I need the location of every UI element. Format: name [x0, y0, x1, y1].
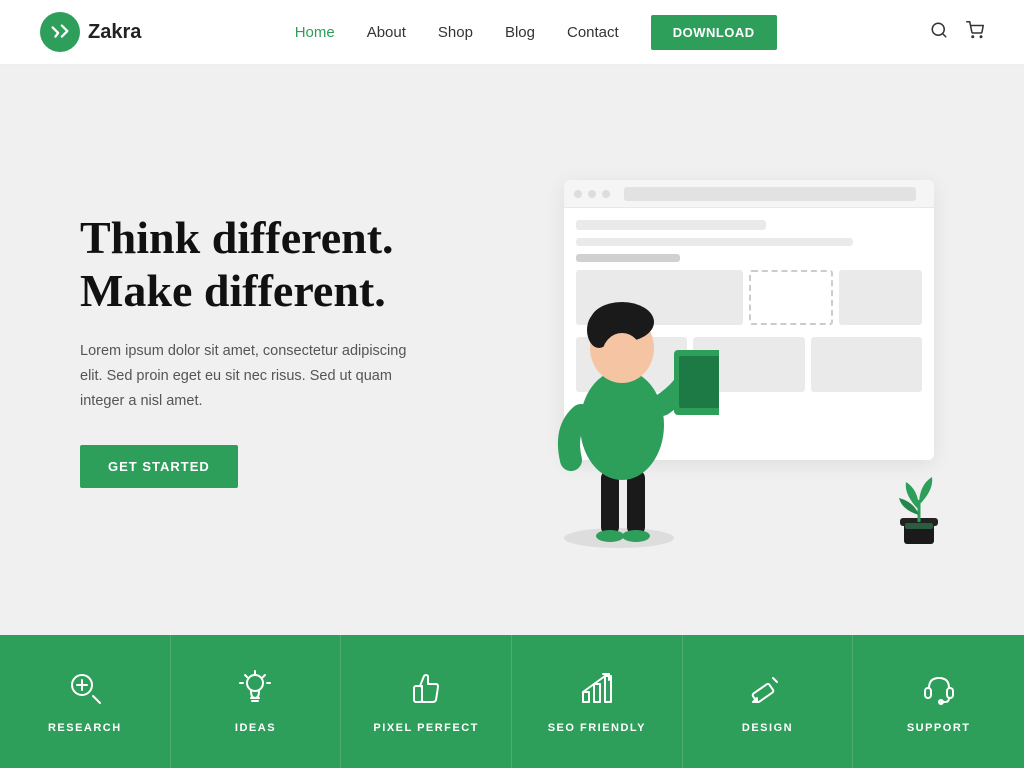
hero-title: Think different. Make different. — [80, 212, 420, 318]
feature-seo[interactable]: SEO FRIENDLY — [512, 635, 683, 768]
feature-pixel-perfect[interactable]: PIXEL PERFECT — [341, 635, 512, 768]
nav-blog[interactable]: Blog — [505, 24, 535, 41]
pixel-perfect-label: PIXEL PERFECT — [373, 722, 478, 734]
support-label: SUPPORT — [907, 722, 971, 734]
feature-research[interactable]: RESEARCH — [0, 635, 171, 768]
design-icon — [749, 670, 785, 712]
nav-contact[interactable]: Contact — [567, 24, 619, 41]
nav-about[interactable]: About — [367, 24, 406, 41]
nav-shop[interactable]: Shop — [438, 24, 473, 41]
design-label: DESIGN — [742, 722, 793, 734]
feature-ideas[interactable]: IDEAS — [171, 635, 342, 768]
logo[interactable]: Zakra — [40, 12, 141, 52]
support-icon — [921, 670, 957, 712]
logo-text: Zakra — [88, 21, 141, 44]
ideas-icon — [237, 670, 273, 712]
feature-support[interactable]: SUPPORT — [853, 635, 1024, 768]
research-label: RESEARCH — [48, 722, 122, 734]
hero-illustration — [464, 140, 964, 560]
seo-icon — [579, 670, 615, 712]
pixel-perfect-icon — [408, 670, 444, 712]
person-illustration — [519, 230, 719, 550]
ideas-label: IDEAS — [235, 722, 276, 734]
get-started-button[interactable]: GET STARTED — [80, 445, 238, 488]
research-icon — [67, 670, 103, 712]
header-icons — [930, 21, 984, 44]
search-icon[interactable] — [930, 21, 948, 44]
hero-description: Lorem ipsum dolor sit amet, consectetur … — [80, 339, 420, 413]
nav-home[interactable]: Home — [295, 24, 335, 41]
header: Zakra Home About Shop Blog Contact DOWNL… — [0, 0, 1024, 65]
main-nav: Home About Shop Blog Contact DOWNLOAD — [295, 15, 777, 50]
cart-icon[interactable] — [966, 21, 984, 44]
plant-illustration — [884, 460, 954, 550]
hero-section: Think different. Make different. Lorem i… — [0, 65, 1024, 635]
logo-icon — [40, 12, 80, 52]
hero-content: Think different. Make different. Lorem i… — [80, 212, 420, 489]
seo-label: SEO FRIENDLY — [548, 722, 646, 734]
download-button[interactable]: DOWNLOAD — [651, 15, 777, 50]
features-bar: RESEARCH IDEAS — [0, 635, 1024, 768]
feature-design[interactable]: DESIGN — [683, 635, 854, 768]
